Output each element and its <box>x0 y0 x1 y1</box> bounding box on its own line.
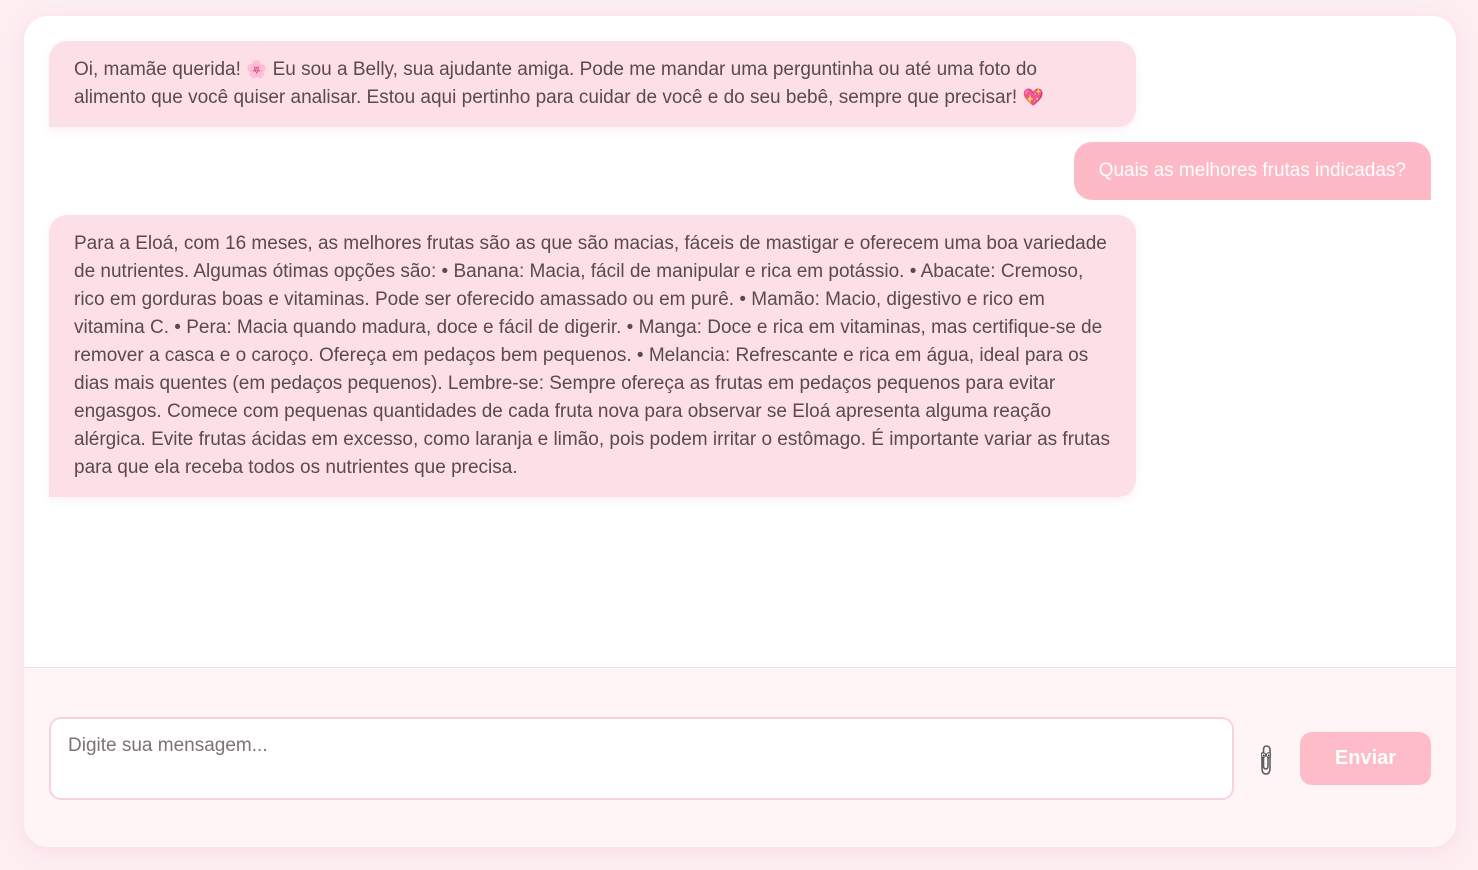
paperclip-icon[interactable] <box>1252 743 1280 777</box>
message-text: Quais as melhores frutas indicadas? <box>1098 160 1406 181</box>
paperclip-icon-graphic <box>1260 745 1272 775</box>
message-text: Oi, mamãe querida! <box>74 59 247 80</box>
chat-window: Oi, mamãe querida! 🌸 Eu sou a Belly, sua… <box>24 16 1456 847</box>
flower-icon: 🌸 <box>246 60 268 80</box>
user-message: Quais as melhores frutas indicadas? <box>1073 142 1431 200</box>
message-list: Oi, mamãe querida! 🌸 Eu sou a Belly, sua… <box>24 16 1456 667</box>
message-input[interactable] <box>49 717 1234 800</box>
message-text: Para a Eloá, com 16 meses, as melhores f… <box>74 233 1110 478</box>
send-button[interactable]: Enviar <box>1300 732 1431 785</box>
heart-icon: 💖 <box>1022 88 1044 108</box>
composer-bar: Enviar <box>24 667 1456 847</box>
bot-message: Oi, mamãe querida! 🌸 Eu sou a Belly, sua… <box>49 41 1136 127</box>
bot-message: Para a Eloá, com 16 meses, as melhores f… <box>49 215 1136 497</box>
